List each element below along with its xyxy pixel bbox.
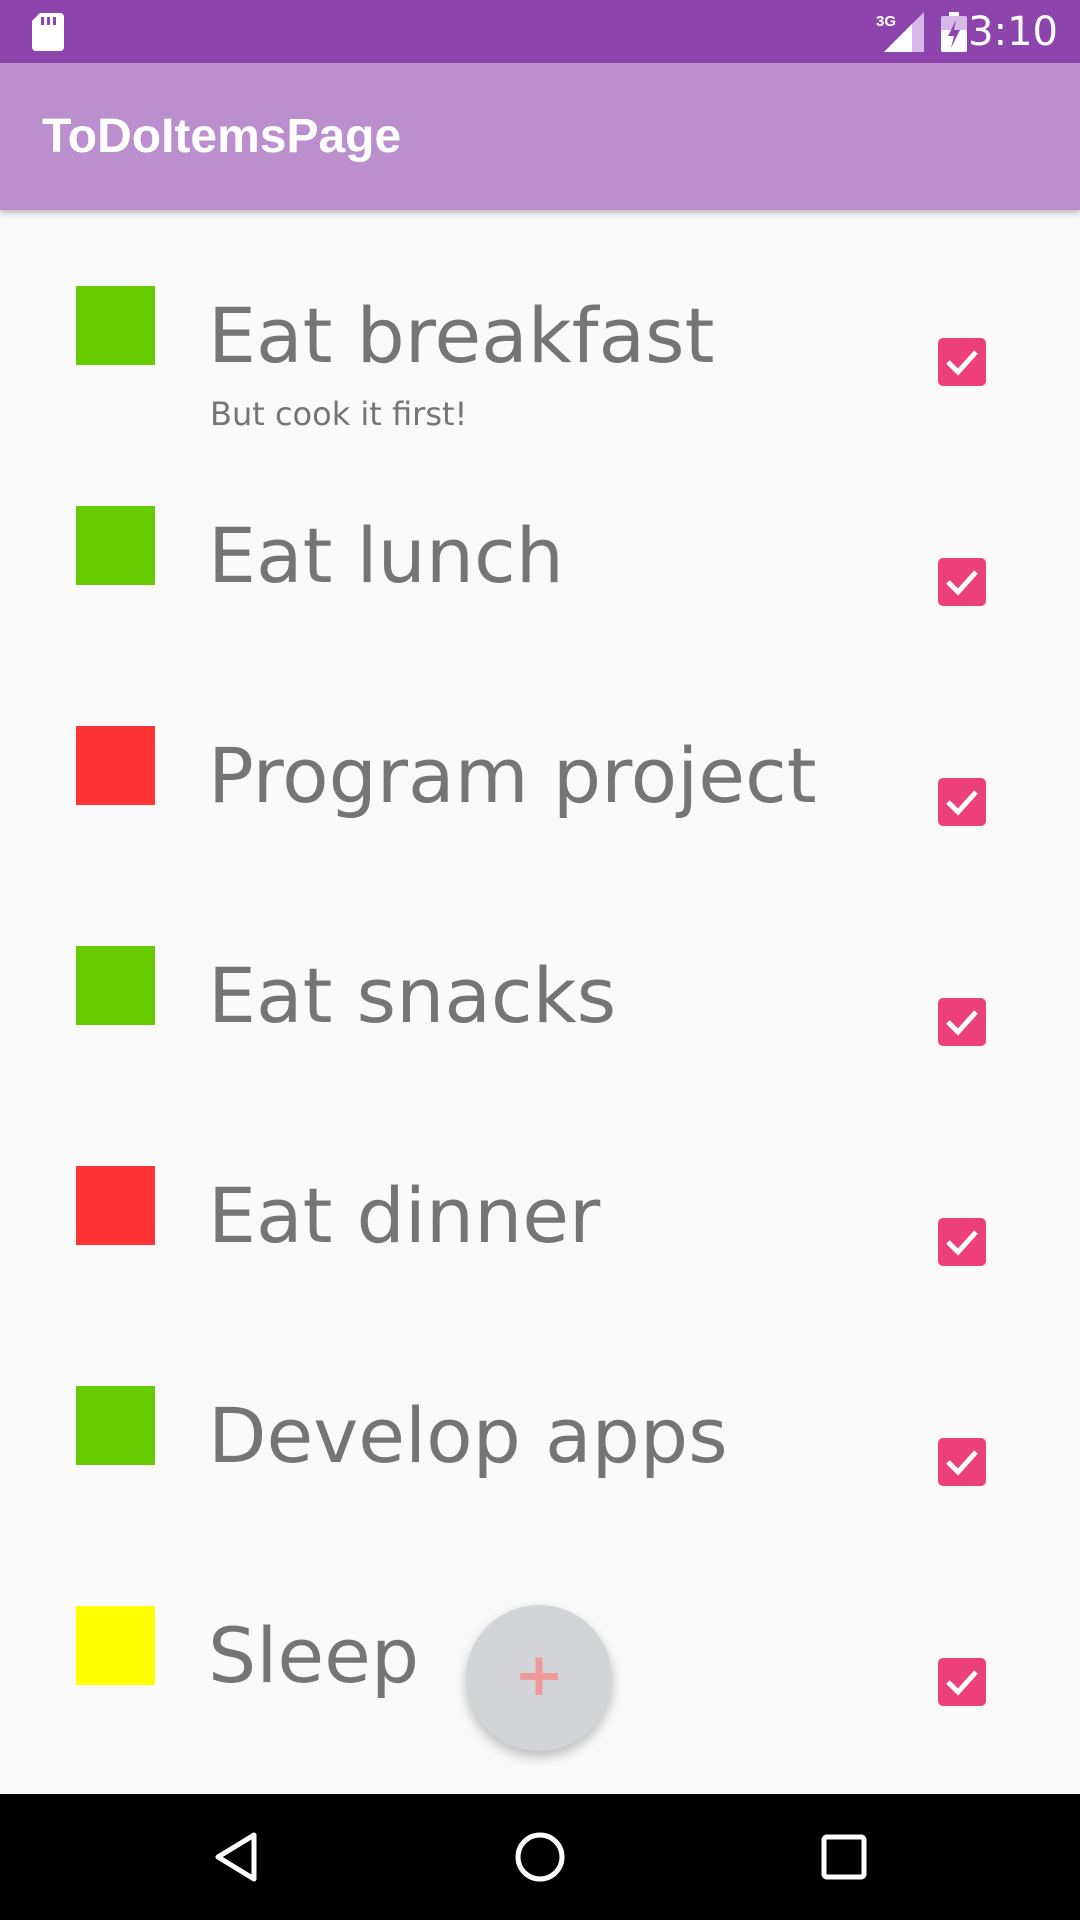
network-type-label: 3G [876,13,896,30]
signal-icon: 3G [876,12,924,52]
item-title: Program project [208,731,817,820]
add-item-button[interactable]: + [466,1605,612,1751]
priority-swatch [76,726,155,805]
done-checkbox[interactable] [938,778,986,826]
check-icon [946,1670,978,1696]
item-note: But cook it first! [210,395,468,433]
done-checkbox[interactable] [938,1218,986,1266]
item-title: Develop apps [208,1391,728,1480]
list-item[interactable]: Eat dinner [0,1090,1080,1310]
done-checkbox[interactable] [938,1658,986,1706]
sd-card-icon [32,13,64,51]
check-icon [946,1230,978,1256]
priority-swatch [76,1166,155,1245]
list-item[interactable]: Program project [0,650,1080,870]
screen: 3G 3:10 ToDoItemsPage Eat breakfast But … [0,0,1080,1920]
check-icon [946,1450,978,1476]
todo-list: Eat breakfast But cook it first! Eat lun… [0,210,1080,1794]
done-checkbox[interactable] [938,338,986,386]
check-icon [946,790,978,816]
plus-icon: + [513,1640,565,1710]
priority-swatch [76,1606,155,1685]
done-checkbox[interactable] [938,998,986,1046]
priority-swatch [76,946,155,1025]
check-icon [946,350,978,376]
check-icon [946,1010,978,1036]
list-item[interactable]: Eat snacks [0,870,1080,1090]
back-icon[interactable] [206,1827,266,1887]
list-item[interactable]: Eat breakfast But cook it first! [0,210,1080,433]
priority-swatch [76,506,155,585]
status-bar-time: 3:10 [968,9,1058,55]
item-title: Eat breakfast [208,291,715,380]
item-title: Eat snacks [208,951,617,1040]
app-bar: ToDoItemsPage [0,63,1080,210]
list-item[interactable]: Develop apps [0,1310,1080,1530]
page-title: ToDoItemsPage [42,110,402,163]
done-checkbox[interactable] [938,558,986,606]
priority-swatch [76,1386,155,1465]
battery-charging-icon [941,12,967,52]
list-item[interactable]: Eat lunch [0,430,1080,650]
navigation-bar [0,1794,1080,1920]
done-checkbox[interactable] [938,1438,986,1486]
item-title: Eat lunch [208,511,564,600]
check-icon [946,570,978,596]
priority-swatch [76,286,155,365]
home-icon[interactable] [510,1827,570,1887]
item-title: Eat dinner [208,1171,601,1260]
status-bar: 3G 3:10 [0,0,1080,63]
recents-icon[interactable] [814,1827,874,1887]
item-title: Sleep [208,1611,420,1700]
